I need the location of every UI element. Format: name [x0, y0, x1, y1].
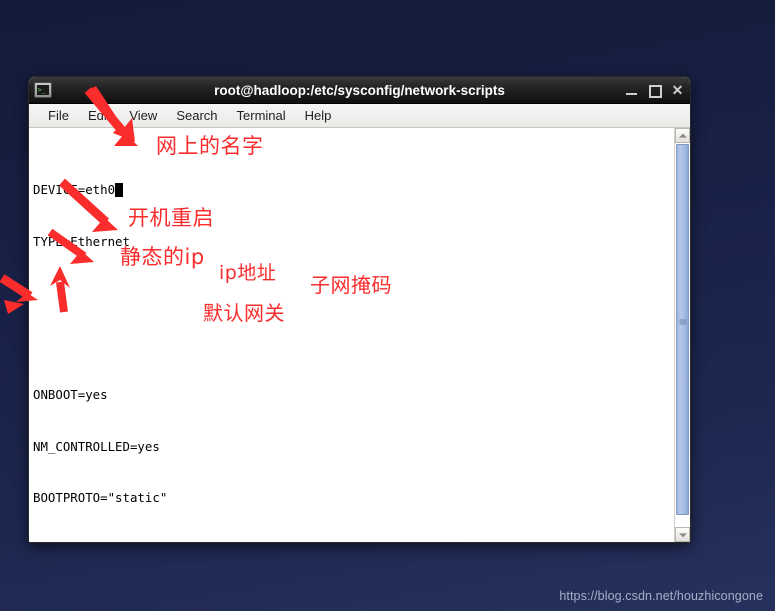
line-text: IPADDR=192.168.152.22: [33, 541, 190, 542]
scrollbar-grip-icon: [679, 319, 686, 325]
window-title: root@hadloop:/etc/sysconfig/network-scri…: [214, 82, 505, 98]
terminal-line: IPADDR=192.168.152.22: [33, 540, 674, 542]
scroll-up-icon[interactable]: [675, 128, 690, 143]
menu-item-search[interactable]: Search: [167, 106, 226, 125]
scrollbar-thumb[interactable]: [676, 144, 689, 515]
text-cursor: [115, 182, 123, 197]
menu-item-view[interactable]: View: [120, 106, 166, 125]
line-text: DEVICE=eth0: [33, 182, 116, 198]
terminal-icon: [34, 82, 52, 98]
scrollbar-track[interactable]: [675, 143, 690, 527]
line-text: NM_CONTROLLED=yes: [33, 438, 160, 454]
vim-editor-buffer[interactable]: DEVICE=eth0 TYPE=Ethernet ONBOOT=yes NM_…: [29, 128, 674, 542]
line-text: BOOTPROTO="static": [33, 489, 168, 505]
maximize-button[interactable]: [648, 84, 662, 98]
window-titlebar[interactable]: root@hadloop:/etc/sysconfig/network-scri…: [29, 77, 690, 104]
menu-bar: File Edit View Search Terminal Help: [29, 104, 690, 128]
line-text: TYPE=Ethernet: [33, 233, 130, 249]
menu-item-file[interactable]: File: [39, 106, 78, 125]
menu-item-terminal[interactable]: Terminal: [228, 106, 295, 125]
menu-item-edit[interactable]: Edit: [79, 106, 119, 125]
terminal-window[interactable]: root@hadloop:/etc/sysconfig/network-scri…: [28, 76, 691, 543]
terminal-line: TYPE=Ethernet: [33, 233, 674, 250]
minimize-button[interactable]: [625, 84, 638, 97]
window-controls: ✕: [625, 83, 684, 98]
terminal-content-area[interactable]: DEVICE=eth0 TYPE=Ethernet ONBOOT=yes NM_…: [29, 128, 690, 542]
vertical-scrollbar[interactable]: [674, 128, 690, 542]
terminal-line: BOOTPROTO="static": [33, 489, 674, 506]
terminal-line: NM_CONTROLLED=yes: [33, 438, 674, 455]
terminal-line: ONBOOT=yes: [33, 386, 674, 403]
menu-item-help[interactable]: Help: [296, 106, 341, 125]
close-icon[interactable]: ✕: [671, 83, 684, 97]
terminal-line: DEVICE=eth0: [33, 181, 674, 198]
scroll-down-icon[interactable]: [675, 527, 690, 542]
watermark-url: https://blog.csdn.net/houzhicongone: [559, 589, 763, 603]
desktop-background: root@hadloop:/etc/sysconfig/network-scri…: [0, 0, 775, 611]
line-text: ONBOOT=yes: [33, 387, 108, 403]
